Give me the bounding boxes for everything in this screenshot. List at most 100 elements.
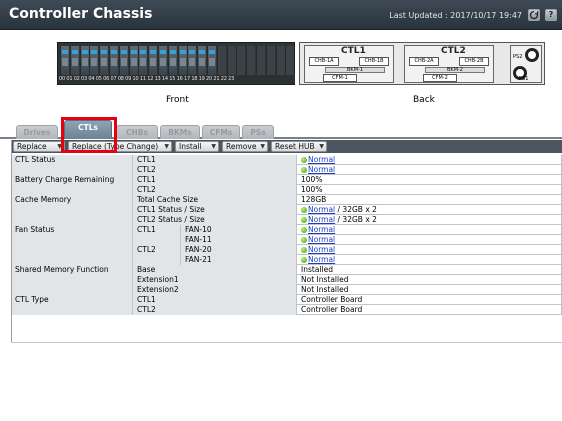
chb-2a[interactable]: CHB-2A bbox=[409, 57, 439, 66]
status-link[interactable]: Normal bbox=[308, 245, 335, 254]
tab-drives[interactable]: Drives bbox=[16, 125, 58, 139]
status-ok-icon bbox=[301, 157, 307, 163]
ctl1-module[interactable]: CTL1 CHB-1A CHB-1B BKM-1 CFM-1 bbox=[304, 45, 394, 83]
row-subheader: Base bbox=[133, 265, 297, 275]
table-row: CTL2 FAN-20 Normal bbox=[11, 245, 562, 255]
ctl2-module[interactable]: CTL2 CHB-2A CHB-2B BKM-2 CFM-2 bbox=[404, 45, 494, 83]
drive-slot[interactable] bbox=[60, 46, 69, 76]
chb-1b[interactable]: CHB-1B bbox=[359, 57, 389, 66]
left-gutter bbox=[0, 31, 11, 421]
table-row: CTL Status CTL1 Normal bbox=[11, 155, 562, 165]
status-link[interactable]: Normal bbox=[308, 155, 335, 164]
bkm-1[interactable]: BKM-1 bbox=[325, 67, 385, 73]
row-value: Normal / 32GB x 2 bbox=[297, 215, 562, 225]
front-view-image[interactable]: 00 01 02 03 04 05 06 07 08 09 10 11 12 1… bbox=[57, 42, 295, 85]
replace-label: Replace bbox=[17, 142, 47, 151]
status-ok-icon bbox=[301, 167, 307, 173]
row-value: 100% bbox=[297, 175, 562, 185]
row-subheader: CTL2 bbox=[133, 185, 297, 195]
row-value: Not Installed bbox=[297, 285, 562, 295]
ps2-label: PS2 bbox=[513, 54, 523, 60]
row-header bbox=[11, 215, 133, 225]
drive-slot[interactable] bbox=[265, 46, 275, 76]
ps2-fan-icon bbox=[525, 48, 539, 62]
status-link[interactable]: Normal bbox=[308, 165, 335, 174]
status-link[interactable]: Normal bbox=[308, 235, 335, 244]
window-title: Controller Chassis bbox=[9, 6, 153, 22]
row-header bbox=[11, 185, 133, 195]
drive-slot[interactable] bbox=[177, 46, 187, 76]
size-text: / 32GB x 2 bbox=[335, 205, 377, 214]
drive-slot[interactable] bbox=[99, 46, 109, 76]
tab-ctls[interactable]: CTLs bbox=[64, 120, 112, 139]
drive-slot[interactable] bbox=[167, 46, 177, 76]
row-value: Normal / 32GB x 2 bbox=[297, 205, 562, 215]
table-row: FAN-21 Normal bbox=[11, 255, 562, 265]
install-label: Install bbox=[179, 142, 202, 151]
row-subheader: CTL2 bbox=[133, 165, 297, 175]
status-ok-icon bbox=[301, 247, 307, 253]
drive-slot[interactable] bbox=[275, 46, 285, 76]
tab-chbs[interactable]: CHBs bbox=[116, 125, 158, 139]
help-icon[interactable]: ? bbox=[545, 9, 557, 21]
drive-slot[interactable] bbox=[138, 46, 148, 76]
tab-bkms[interactable]: BKMs bbox=[160, 125, 200, 139]
drive-slot[interactable] bbox=[187, 46, 197, 76]
status-link[interactable]: Normal bbox=[308, 205, 335, 214]
drive-slot[interactable] bbox=[216, 46, 226, 76]
drive-slot[interactable] bbox=[69, 46, 79, 76]
reset-hub-button[interactable]: Reset HUB ▼ bbox=[271, 141, 327, 152]
tab-strip: Drives CTLs CHBs BKMs CFMs PSs bbox=[0, 116, 562, 139]
drive-slot[interactable] bbox=[89, 46, 99, 76]
drive-slot[interactable] bbox=[256, 46, 265, 76]
row-value: Normal bbox=[297, 155, 562, 165]
cfm-2[interactable]: CFM-2 bbox=[423, 74, 457, 82]
drive-slot[interactable] bbox=[79, 46, 89, 76]
drive-slot[interactable] bbox=[148, 46, 158, 76]
ctl1-label: CTL1 bbox=[341, 46, 366, 56]
status-link[interactable]: Normal bbox=[308, 215, 335, 224]
drive-slot[interactable] bbox=[236, 46, 246, 76]
front-caption: Front bbox=[166, 95, 189, 105]
drive-slot[interactable] bbox=[109, 46, 118, 76]
chb-2b[interactable]: CHB-2B bbox=[459, 57, 489, 66]
back-view-image[interactable]: CTL1 CHB-1A CHB-1B BKM-1 CFM-1 CTL2 CHB-… bbox=[299, 42, 545, 85]
drive-slot[interactable] bbox=[207, 46, 216, 76]
drive-slot[interactable] bbox=[118, 46, 128, 76]
replace-type-change-button[interactable]: Replace (Type Change) ▼ bbox=[68, 141, 172, 152]
drive-slot[interactable] bbox=[285, 46, 295, 76]
row-header: CTL Status bbox=[11, 155, 133, 165]
ps1-label: PS1 bbox=[519, 76, 529, 82]
replace-button[interactable]: Replace ▼ bbox=[13, 141, 65, 152]
status-link[interactable]: Normal bbox=[308, 255, 335, 264]
refresh-icon[interactable] bbox=[528, 9, 540, 21]
row-subheader: CTL2 Status / Size bbox=[133, 215, 297, 225]
status-link[interactable]: Normal bbox=[308, 225, 335, 234]
tab-pss[interactable]: PSs bbox=[242, 125, 274, 139]
table-row: FAN-11 Normal bbox=[11, 235, 562, 245]
chb-1a[interactable]: CHB-1A bbox=[309, 57, 339, 66]
bkm-2[interactable]: BKM-2 bbox=[425, 67, 485, 73]
table-row: Cache Memory Total Cache Size 128GB bbox=[11, 195, 562, 205]
install-button[interactable]: Install ▼ bbox=[175, 141, 219, 152]
back-caption: Back bbox=[413, 95, 435, 105]
title-bar: Controller Chassis Last Updated : 2017/1… bbox=[0, 0, 562, 30]
row-subheader: CTL1 bbox=[133, 175, 297, 185]
action-toolbar: Replace ▼ Replace (Type Change) ▼ Install ▼… bbox=[11, 140, 562, 153]
drive-slot[interactable] bbox=[158, 46, 167, 76]
tab-cfms[interactable]: CFMs bbox=[202, 125, 240, 139]
row-header: Fan Status bbox=[11, 225, 133, 235]
remove-button[interactable]: Remove ▼ bbox=[222, 141, 268, 152]
drive-slot[interactable] bbox=[197, 46, 207, 76]
row-value: Normal bbox=[297, 165, 562, 175]
drive-slot[interactable] bbox=[128, 46, 138, 76]
row-value: Controller Board bbox=[297, 295, 562, 305]
row-subheader: Total Cache Size bbox=[133, 195, 297, 205]
drive-slot[interactable] bbox=[246, 46, 256, 76]
cfm-1[interactable]: CFM-1 bbox=[323, 74, 357, 82]
power-supplies[interactable]: PS2 PS1 bbox=[510, 45, 542, 83]
drive-slot[interactable] bbox=[226, 46, 236, 76]
last-updated: Last Updated : 2017/10/17 19:47 bbox=[389, 11, 522, 20]
table-row: Extension2 Not Installed bbox=[11, 285, 562, 295]
row-subheader: CTL1 bbox=[133, 295, 297, 305]
